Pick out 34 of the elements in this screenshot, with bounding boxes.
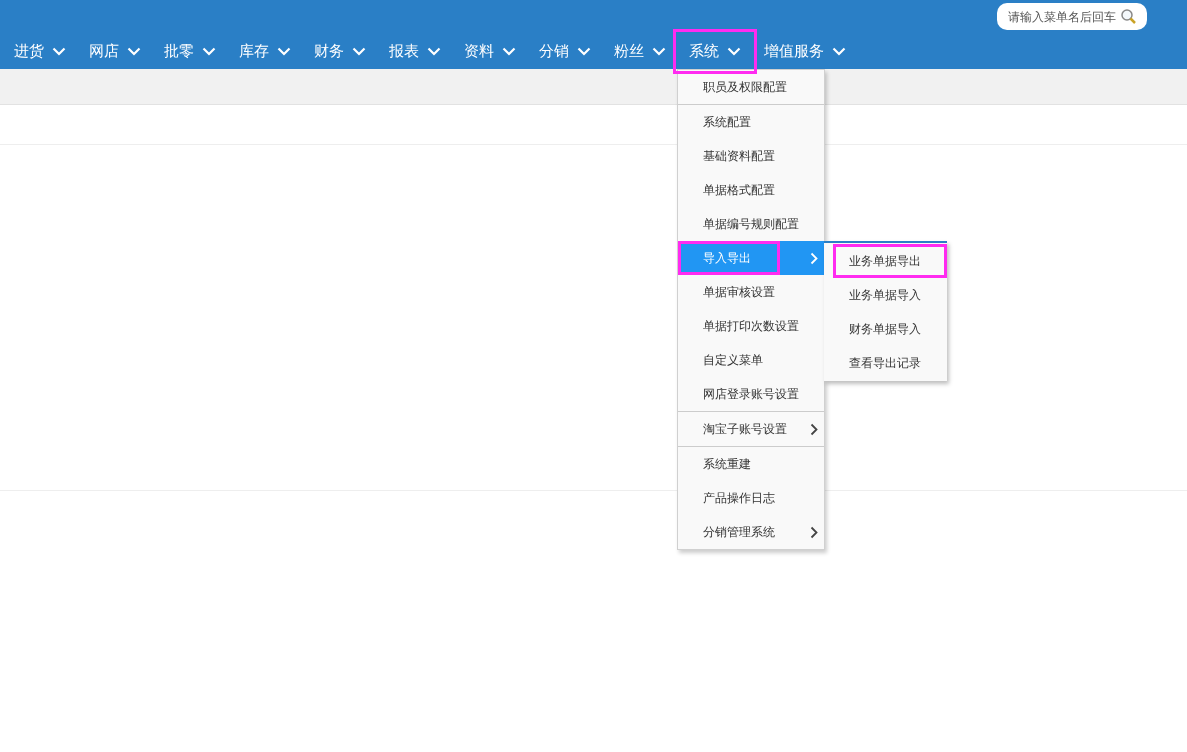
- chevron-down-icon: [577, 47, 591, 56]
- menu-item[interactable]: 基础资料配置: [678, 139, 824, 173]
- chevron-down-icon: [352, 47, 366, 56]
- chevron-down-icon: [277, 47, 291, 56]
- chevron-down-icon: [427, 47, 441, 56]
- chevron-down-icon: [652, 47, 666, 56]
- menu-item[interactable]: 单据打印次数设置: [678, 309, 824, 343]
- chevron-down-icon: [202, 47, 216, 56]
- chevron-down-icon: [727, 47, 741, 56]
- nav-menu-item[interactable]: 系统: [673, 29, 757, 74]
- menu-item[interactable]: 系统重建: [678, 447, 824, 481]
- search-input[interactable]: 请输入菜单名后回车: [1008, 7, 1120, 26]
- chevron-down-icon: [52, 47, 66, 56]
- menu-item[interactable]: 单据编号规则配置: [678, 207, 824, 241]
- submenu-item[interactable]: 查看导出记录: [824, 346, 947, 380]
- chevron-down-icon: [502, 47, 516, 56]
- chevron-right-icon: [810, 422, 818, 436]
- menu-item[interactable]: 单据格式配置: [678, 173, 824, 207]
- search-icon[interactable]: [1120, 8, 1137, 25]
- submenu-item[interactable]: 业务单据导入: [824, 278, 947, 312]
- menu-item[interactable]: 产品操作日志: [678, 481, 824, 515]
- menu-item[interactable]: 系统配置: [678, 105, 824, 139]
- submenu-item[interactable]: 财务单据导入: [824, 312, 947, 346]
- menu-item[interactable]: 单据审核设置: [678, 275, 824, 309]
- menu-item[interactable]: 自定义菜单: [678, 343, 824, 377]
- menu-item[interactable]: 分销管理系统: [678, 515, 824, 549]
- chevron-right-icon: [810, 525, 818, 539]
- menu-item[interactable]: 网店登录账号设置: [678, 377, 824, 411]
- search-field[interactable]: 请输入菜单名后回车: [997, 3, 1147, 30]
- chevron-down-icon: [832, 47, 846, 56]
- submenu-item[interactable]: 业务单据导出: [824, 244, 947, 278]
- chevron-right-icon: [810, 251, 818, 265]
- chevron-down-icon: [127, 47, 141, 56]
- menu-item[interactable]: 淘宝子账号设置: [678, 412, 824, 446]
